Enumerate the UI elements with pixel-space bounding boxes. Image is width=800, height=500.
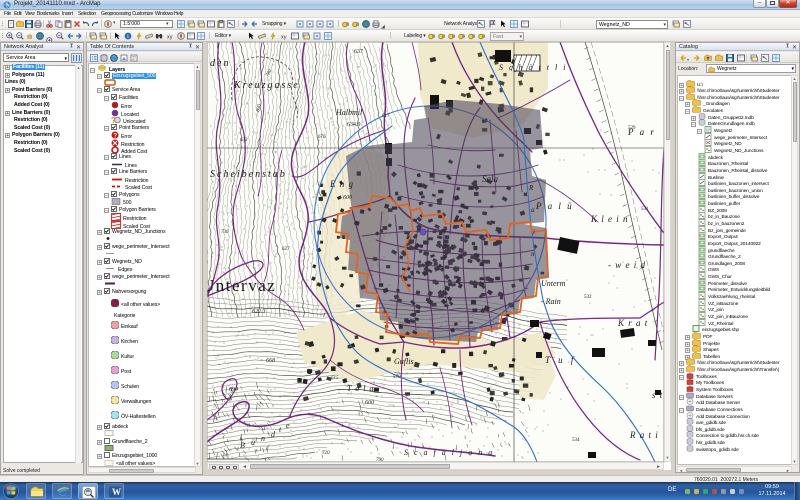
svg-text:637: 637: [354, 49, 363, 55]
svg-text:627: 627: [282, 247, 290, 252]
svg-text:532: 532: [584, 295, 592, 300]
svg-text:Sala: Sala: [482, 174, 499, 184]
svg-text:615: 615: [331, 376, 339, 381]
svg-text:a: a: [462, 34, 465, 40]
svg-text:a: a: [442, 34, 445, 40]
svg-text:a: a: [482, 34, 485, 40]
svg-text:a: a: [531, 206, 535, 214]
svg-text:T o l a: T o l a: [347, 384, 375, 393]
svg-text:a: a: [452, 34, 455, 40]
svg-text:529: 529: [628, 126, 636, 131]
svg-text:W: W: [112, 487, 121, 497]
svg-text:S c a f a l j o n a: S c a f a l j o n a: [404, 448, 494, 457]
svg-text:720: 720: [322, 451, 330, 456]
svg-text:Kreuzgasse: Kreuzgasse: [233, 80, 300, 91]
svg-text:668: 668: [266, 358, 275, 364]
svg-text:R: R: [528, 184, 534, 192]
svg-text:Scheibenstab: Scheibenstab: [210, 169, 287, 180]
svg-text:P a l ü: P a l ü: [535, 201, 574, 211]
svg-text:e: e: [286, 421, 290, 430]
svg-text:a: a: [346, 22, 349, 28]
svg-text:a: a: [472, 34, 475, 40]
svg-text:E n g: E n g: [329, 179, 354, 189]
svg-text:s t: s t: [652, 390, 663, 400]
svg-text:600: 600: [365, 400, 374, 406]
svg-text:676: 676: [318, 135, 326, 140]
svg-text:622.3: 622.3: [252, 309, 266, 315]
svg-text:634.9: 634.9: [347, 122, 361, 128]
svg-text:617: 617: [382, 114, 390, 119]
svg-text:633: 633: [240, 138, 248, 143]
svg-text:R a t i: R a t i: [629, 430, 659, 440]
svg-text:xy: xy: [167, 35, 173, 41]
svg-text:Halbmil: Halbmil: [335, 108, 363, 117]
svg-text:a: a: [356, 22, 359, 28]
svg-text:736: 736: [221, 230, 229, 235]
svg-text:n: n: [261, 434, 265, 443]
svg-text:694: 694: [229, 386, 238, 393]
svg-text:a: a: [432, 34, 435, 40]
svg-text:ü: ü: [251, 438, 255, 447]
svg-text:Untervaz: Untervaz: [207, 276, 276, 295]
svg-text:570: 570: [393, 375, 401, 380]
svg-text:Guflis: Guflis: [394, 357, 414, 366]
svg-text:600: 600: [343, 195, 352, 201]
svg-text:B: B: [240, 441, 245, 450]
svg-text:534: 534: [572, 438, 580, 443]
svg-text:- Rain: - Rain: [541, 297, 561, 306]
svg-text:T u f: T u f: [545, 355, 576, 365]
svg-text:S c h ö t t l i: S c h ö t t l i: [499, 63, 567, 72]
svg-text:i: i: [533, 228, 535, 236]
svg-text:den: den: [210, 58, 230, 69]
svg-text:n: n: [531, 250, 535, 258]
svg-text:- w e i d: - w e i d: [608, 260, 646, 270]
svg-text:Unterm: Unterm: [541, 279, 566, 288]
svg-text:531: 531: [641, 207, 649, 212]
svg-text:xy: xy: [281, 35, 287, 41]
svg-text:K r a t: K r a t: [617, 318, 648, 328]
svg-text:K l e i n: K l e i n: [590, 214, 629, 224]
